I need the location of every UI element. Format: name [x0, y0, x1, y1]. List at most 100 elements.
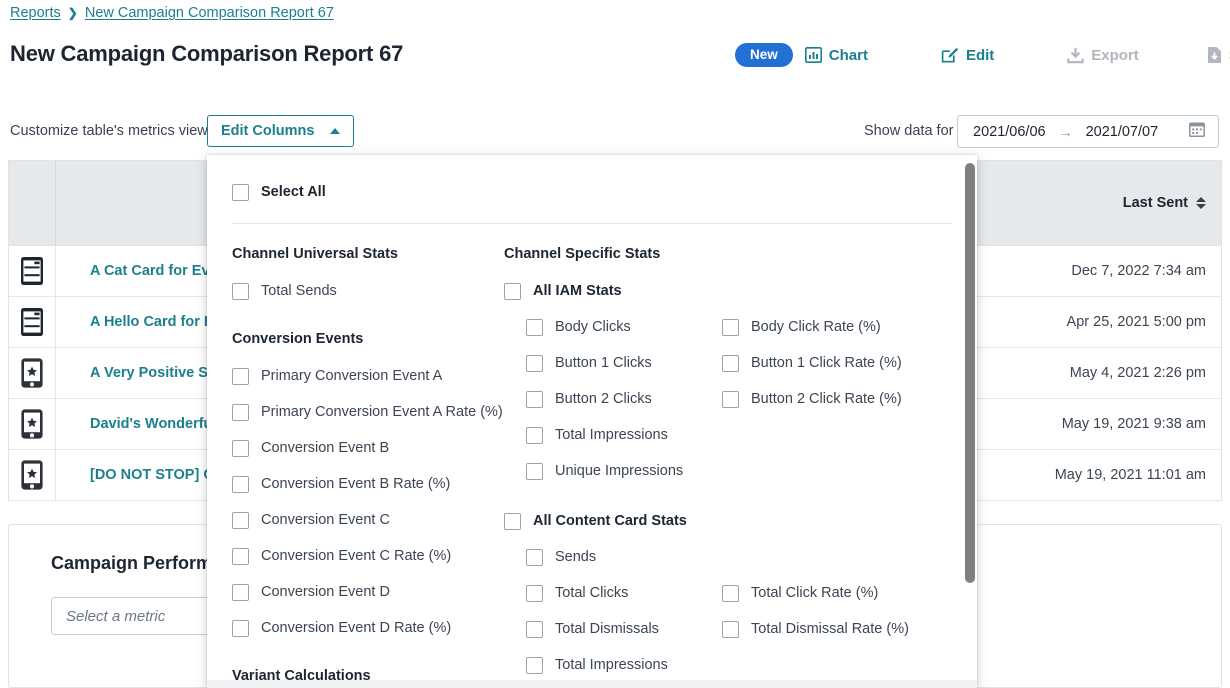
sort-updown-icon[interactable] — [1196, 197, 1206, 209]
conversion-event-c-checkbox[interactable] — [232, 512, 249, 529]
customize-metrics-label: Customize table's metrics view — [10, 123, 208, 139]
checkbox-row-button-2-clicks[interactable]: Button 2 Clicks — [504, 381, 722, 417]
button-1-clicks-checkbox[interactable] — [526, 355, 543, 372]
cc-total-click-rate-label: Total Click Rate (%) — [751, 585, 878, 601]
conversion-event-d-rate-checkbox[interactable] — [232, 620, 249, 637]
cc-total-click-rate-checkbox[interactable] — [722, 585, 739, 602]
checkbox-row-iam-total-impressions[interactable]: Total Impressions — [504, 417, 722, 453]
dropdown-scrollbar[interactable] — [963, 155, 977, 688]
chart-button[interactable]: Chart — [805, 47, 868, 64]
content-card-stats-column-2: Total Click Rate (%) Total Dismissal Rat… — [722, 539, 952, 688]
iam-total-impressions-label: Total Impressions — [555, 427, 668, 443]
checkbox-row-conversion-event-c-rate[interactable]: Conversion Event C Rate (%) — [232, 538, 504, 574]
checkbox-row-total-sends[interactable]: Total Sends — [232, 273, 504, 309]
unique-impressions-checkbox[interactable] — [526, 463, 543, 480]
conversion-event-d-label: Conversion Event D — [261, 584, 390, 600]
checkbox-row-all-content-card-stats[interactable]: All Content Card Stats — [504, 503, 952, 539]
campaign-name-link[interactable]: David's Wonderfu — [56, 416, 212, 432]
iam-total-impressions-checkbox[interactable] — [526, 427, 543, 444]
page-toolbar: New Chart Edit — [735, 40, 1230, 70]
checkbox-row-button-1-clicks[interactable]: Button 1 Clicks — [504, 345, 722, 381]
last-sent-value: Apr 25, 2021 5:00 pm — [1067, 314, 1221, 330]
content-card-icon — [9, 297, 56, 347]
date-range-picker[interactable]: 2021/06/06 → 2021/07/07 — [957, 115, 1219, 148]
button-2-clicks-label: Button 2 Clicks — [555, 391, 652, 407]
campaign-name-link[interactable]: A Very Positive Su — [56, 365, 217, 381]
save-button[interactable]: Save — [1207, 46, 1230, 64]
checkbox-row-cc-total-click-rate[interactable]: Total Click Rate (%) — [722, 575, 952, 611]
edit-columns-button[interactable]: Edit Columns — [207, 115, 354, 147]
conversion-event-b-checkbox[interactable] — [232, 440, 249, 457]
date-to-value[interactable]: 2021/07/07 — [1086, 124, 1159, 140]
button-2-clicks-checkbox[interactable] — [526, 391, 543, 408]
primary-conversion-event-a-checkbox[interactable] — [232, 368, 249, 385]
all-iam-stats-checkbox[interactable] — [504, 283, 521, 300]
checkbox-row-unique-impressions[interactable]: Unique Impressions — [504, 453, 722, 489]
cc-total-impressions-label: Total Impressions — [555, 657, 668, 673]
calendar-icon[interactable] — [1189, 121, 1205, 142]
cc-total-dismissals-checkbox[interactable] — [526, 621, 543, 638]
checkbox-row-body-clicks[interactable]: Body Clicks — [504, 309, 722, 345]
cc-total-clicks-label: Total Clicks — [555, 585, 628, 601]
all-content-card-stats-checkbox[interactable] — [504, 513, 521, 530]
breadcrumb-reports-link[interactable]: Reports — [10, 5, 61, 21]
breadcrumb-separator-icon: ❯ — [68, 7, 78, 19]
cc-total-impressions-checkbox[interactable] — [526, 657, 543, 674]
campaign-name-link[interactable]: [DO NOT STOP] C — [56, 467, 214, 483]
content-card-stats-column-1: Sends Total Clicks Total Dismissals — [504, 539, 722, 688]
show-data-for-label: Show data for — [864, 123, 953, 139]
checkbox-row-cc-total-impressions[interactable]: Total Impressions — [504, 647, 722, 683]
date-from-value[interactable]: 2021/06/06 — [973, 124, 1046, 140]
cc-total-dismissal-rate-checkbox[interactable] — [722, 621, 739, 638]
dropdown-scrollbar-thumb[interactable] — [965, 163, 975, 583]
new-badge[interactable]: New — [735, 43, 793, 68]
button-2-click-rate-checkbox[interactable] — [722, 391, 739, 408]
checkbox-row-cc-total-dismissal-rate[interactable]: Total Dismissal Rate (%) — [722, 611, 952, 647]
checkbox-row-conversion-event-d[interactable]: Conversion Event D — [232, 574, 504, 610]
campaign-name-link[interactable]: A Cat Card for Eve — [56, 263, 218, 279]
page-title: New Campaign Comparison Report 67 — [10, 41, 403, 67]
checkbox-row-cc-sends[interactable]: Sends — [504, 539, 722, 575]
chart-button-label: Chart — [829, 47, 868, 64]
last-sent-value: May 19, 2021 9:38 am — [1062, 416, 1221, 432]
checkbox-row-conversion-event-c[interactable]: Conversion Event C — [232, 502, 504, 538]
button-1-click-rate-checkbox[interactable] — [722, 355, 739, 372]
checkbox-row-primary-conversion-event-a[interactable]: Primary Conversion Event A — [232, 358, 504, 394]
select-all-label: Select All — [261, 184, 326, 200]
conversion-event-b-rate-checkbox[interactable] — [232, 476, 249, 493]
body-clicks-checkbox[interactable] — [526, 319, 543, 336]
conversion-event-c-label: Conversion Event C — [261, 512, 390, 528]
checkbox-row-body-click-rate[interactable]: Body Click Rate (%) — [722, 309, 952, 345]
body-click-rate-checkbox[interactable] — [722, 319, 739, 336]
checkbox-row-button-2-click-rate[interactable]: Button 2 Click Rate (%) — [722, 381, 952, 417]
chevron-up-icon — [330, 128, 340, 134]
button-1-clicks-label: Button 1 Clicks — [555, 355, 652, 371]
checkbox-row-cc-total-dismissals[interactable]: Total Dismissals — [504, 611, 722, 647]
total-sends-checkbox[interactable] — [232, 283, 249, 300]
checkbox-row-button-1-click-rate[interactable]: Button 1 Click Rate (%) — [722, 345, 952, 381]
select-all-checkbox[interactable] — [232, 184, 249, 201]
table-header-last-sent[interactable]: Last Sent — [1123, 195, 1221, 211]
checkbox-row-cc-total-clicks[interactable]: Total Clicks — [504, 575, 722, 611]
select-all-row[interactable]: Select All — [207, 179, 977, 205]
campaign-name-link[interactable]: A Hello Card for E — [56, 314, 214, 330]
primary-conversion-event-a-rate-checkbox[interactable] — [232, 404, 249, 421]
checkbox-row-primary-conversion-event-a-rate[interactable]: Primary Conversion Event A Rate (%) — [232, 394, 504, 430]
in-app-message-icon — [9, 450, 56, 500]
dropdown-right-column: Channel Specific Stats All IAM Stats Bod… — [504, 224, 952, 688]
cc-total-clicks-checkbox[interactable] — [526, 585, 543, 602]
export-button[interactable]: Export — [1067, 47, 1139, 64]
conversion-event-d-checkbox[interactable] — [232, 584, 249, 601]
checkbox-row-conversion-event-b[interactable]: Conversion Event B — [232, 430, 504, 466]
all-iam-stats-label: All IAM Stats — [533, 283, 622, 299]
iam-stats-column-2: Body Click Rate (%) Button 1 Click Rate … — [722, 309, 952, 489]
edit-button[interactable]: Edit — [941, 47, 994, 64]
conversion-event-c-rate-checkbox[interactable] — [232, 548, 249, 565]
cc-sends-checkbox[interactable] — [526, 549, 543, 566]
checkbox-row-conversion-event-b-rate[interactable]: Conversion Event B Rate (%) — [232, 466, 504, 502]
checkbox-row-conversion-event-d-rate[interactable]: Conversion Event D Rate (%) — [232, 610, 504, 646]
dropdown-bottom-strip — [207, 680, 977, 688]
breadcrumb-current-link[interactable]: New Campaign Comparison Report 67 — [85, 5, 334, 21]
checkbox-row-all-iam-stats[interactable]: All IAM Stats — [504, 273, 952, 309]
conversion-event-c-rate-label: Conversion Event C Rate (%) — [261, 548, 451, 564]
